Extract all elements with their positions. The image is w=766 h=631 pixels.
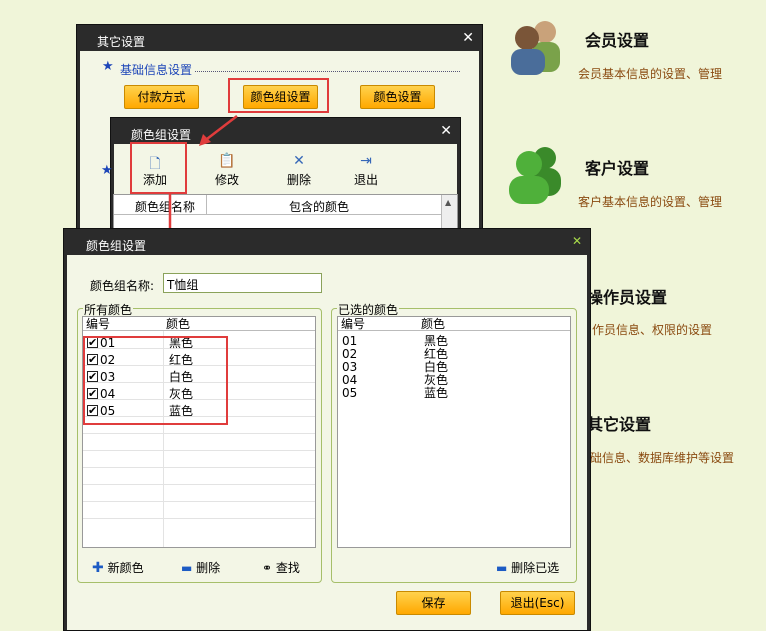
color-id: 05 <box>342 386 358 400</box>
exit-door-icon: ⇥ <box>360 153 372 169</box>
table-row[interactable]: 04 灰色 <box>342 374 562 387</box>
member-settings-title[interactable]: 会员设置 <box>585 27 649 51</box>
highlight-box <box>228 78 329 113</box>
exit-esc-button[interactable]: 退出(Esc) <box>500 591 575 615</box>
delete-color-label: 删除 <box>196 561 221 575</box>
table-header: 编号 颜色 <box>83 317 315 331</box>
minus-icon: ▬ <box>496 561 508 575</box>
delete-button[interactable]: ✕ 删除 <box>274 153 324 188</box>
color-settings-button[interactable]: 颜色设置 <box>360 85 435 109</box>
column-header-color: 颜色 <box>166 317 191 331</box>
table-row[interactable]: 03 白色 <box>342 361 562 374</box>
star-icon: ★ <box>102 59 114 74</box>
other-settings-window-title: 其它设置 <box>97 35 146 49</box>
column-header-color: 颜色 <box>421 317 446 331</box>
minus-icon: ▬ <box>181 561 193 575</box>
table-row[interactable]: 01 黑色 <box>342 335 562 348</box>
edit-icon: 📋 <box>218 153 236 169</box>
exit-label: 退出 <box>353 173 378 187</box>
close-icon[interactable]: ✕ <box>462 30 474 46</box>
customer-settings-icon[interactable] <box>505 142 565 204</box>
delete-selected-label: 删除已选 <box>511 561 560 575</box>
other-settings-title[interactable]: 其它设置 <box>587 411 651 435</box>
highlight-box <box>130 142 187 194</box>
edit-button[interactable]: 📋 修改 <box>202 153 252 188</box>
find-color-label: 查找 <box>275 561 300 575</box>
color-group-edit-title: 颜色组设置 <box>86 239 147 253</box>
payment-method-button[interactable]: 付款方式 <box>124 85 199 109</box>
member-settings-desc: 会员基本信息的设置、管理 <box>578 67 723 81</box>
delete-x-icon: ✕ <box>293 153 305 169</box>
edit-label: 修改 <box>214 173 239 187</box>
find-color-button[interactable]: ⚭ 查找 <box>262 559 300 576</box>
delete-selected-button[interactable]: ▬ 删除已选 <box>496 559 559 576</box>
customer-settings-desc: 客户基本信息的设置、管理 <box>578 195 723 209</box>
selected-colors-table[interactable]: 编号 颜色 01 黑色 02 红色 03 白色 04 灰色 05 蓝色 <box>337 316 571 548</box>
member-settings-icon[interactable] <box>505 14 565 76</box>
operator-settings-title[interactable]: 操作员设置 <box>587 284 667 308</box>
column-header-colors: 包含的颜色 <box>289 200 350 214</box>
binoculars-icon: ⚭ <box>262 561 273 575</box>
close-icon[interactable]: ✕ <box>572 234 582 248</box>
delete-label: 删除 <box>286 173 311 187</box>
table-header: 编号 颜色 <box>338 317 570 331</box>
group-name-label: 颜色组名称: <box>90 279 155 293</box>
new-color-button[interactable]: ✚ 新颜色 <box>92 559 144 576</box>
arrow-icon <box>199 115 238 146</box>
customer-settings-title[interactable]: 客户设置 <box>585 155 649 179</box>
group-name-input[interactable]: T恤组 <box>163 273 322 293</box>
table-row[interactable]: 02 红色 <box>342 348 562 361</box>
color-name: 蓝色 <box>424 386 449 400</box>
color-id: 02 <box>342 347 358 361</box>
save-button[interactable]: 保存 <box>396 591 471 615</box>
operator-settings-desc: 作员信息、权限的设置 <box>592 323 713 337</box>
scrollbar[interactable]: ▲ <box>441 195 457 231</box>
color-group-list-title: 颜色组设置 <box>131 128 192 142</box>
close-icon[interactable]: ✕ <box>440 123 452 139</box>
other-settings-desc: 础信息、数据库维护等设置 <box>590 451 735 465</box>
exit-button[interactable]: ⇥ 退出 <box>341 153 391 188</box>
column-divider <box>206 195 207 214</box>
color-id: 04 <box>342 373 358 387</box>
plus-icon: ✚ <box>92 560 104 576</box>
color-id: 03 <box>342 360 358 374</box>
column-header-id: 编号 <box>86 317 111 331</box>
highlight-box <box>83 336 228 425</box>
section-divider <box>195 71 460 72</box>
color-id: 01 <box>342 334 358 348</box>
delete-color-button[interactable]: ▬ 删除 <box>181 559 220 576</box>
column-header-id: 编号 <box>341 317 366 331</box>
table-row[interactable]: 05 蓝色 <box>342 387 562 400</box>
basic-info-section-label: 基础信息设置 <box>120 63 193 77</box>
new-color-label: 新颜色 <box>107 561 144 575</box>
star-icon: ★ <box>101 163 113 178</box>
